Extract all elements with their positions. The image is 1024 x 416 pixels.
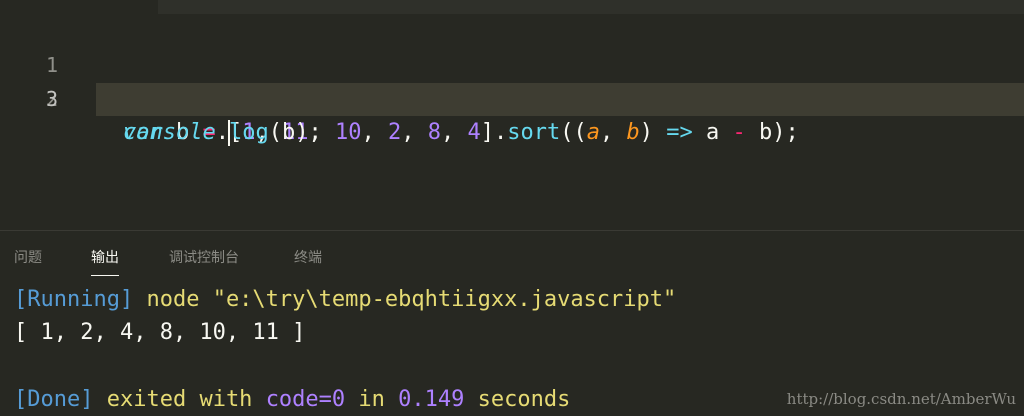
code-editor[interactable]: 1 var a = [1, 11, 10, 2, 8, 4]; 2 var b … bbox=[0, 0, 1024, 230]
running-tag: [Running] bbox=[14, 287, 134, 312]
identifier-console: console bbox=[123, 120, 216, 145]
number-literal: 8 bbox=[427, 120, 441, 145]
seconds-label: seconds bbox=[477, 387, 571, 412]
panel-tabs: 问题 输出 调试控制台 终端 bbox=[0, 245, 1024, 276]
output-line-result: [ 1, 2, 4, 8, 10, 11 ] bbox=[14, 320, 306, 345]
run-command: node "e:\try\temp-ebqhtiigxx.javascript" bbox=[146, 287, 677, 312]
call-args: (b); bbox=[268, 120, 322, 145]
paren-close: ) bbox=[639, 120, 653, 145]
param-b: b bbox=[626, 120, 640, 145]
done-in: in bbox=[358, 387, 385, 412]
method-log: log bbox=[228, 120, 269, 145]
code-line-1[interactable]: 1 var a = [1, 11, 10, 2, 8, 4]; bbox=[0, 16, 1024, 111]
tab-output[interactable]: 输出 bbox=[91, 245, 119, 276]
bracket-close-dot: ]. bbox=[480, 120, 508, 145]
exit-code: code=0 bbox=[265, 387, 346, 412]
code-line-3-current[interactable]: console.log(b); bbox=[96, 83, 1024, 146]
paren-open: (( bbox=[560, 120, 587, 145]
number-literal: 10 bbox=[335, 120, 362, 145]
elapsed-time: 0.149 bbox=[398, 387, 465, 412]
tab-problems[interactable]: 问题 bbox=[14, 245, 42, 275]
method-sort: sort bbox=[507, 120, 561, 145]
code-line-3-content[interactable]: console.log(b); bbox=[123, 116, 322, 149]
watermark: http://blog.csdn.net/AmberWu bbox=[786, 390, 1016, 408]
dot: . bbox=[215, 120, 229, 145]
param-a: a bbox=[586, 120, 600, 145]
done-tag: [Done] bbox=[14, 387, 94, 412]
arrow-operator: => bbox=[666, 120, 693, 145]
output-line-done: [Done] exited with code=0 in 0.149 secon… bbox=[14, 383, 570, 416]
operator-minus: - bbox=[732, 120, 746, 145]
number-literal: 2 bbox=[388, 120, 402, 145]
tab-terminal[interactable]: 终端 bbox=[294, 245, 322, 275]
code-line-2[interactable]: 2 var b = [1, 11, 10, 2, 8, 4].sort((a, … bbox=[0, 50, 1024, 145]
identifier-a: a bbox=[705, 120, 720, 145]
done-text: exited with bbox=[106, 387, 253, 412]
editor-top-strip bbox=[158, 0, 1024, 14]
tab-debug-console[interactable]: 调试控制台 bbox=[169, 245, 239, 275]
output-line-running: [Running] node "e:\try\temp-ebqhtiigxx.j… bbox=[14, 283, 676, 316]
bottom-panel: 问题 输出 调试控制台 终端 [Running] node "e:\try\te… bbox=[0, 231, 1024, 416]
number-literal: 4 bbox=[467, 120, 481, 145]
identifier-b: b bbox=[758, 120, 773, 145]
paren-end: ); bbox=[772, 120, 799, 145]
line-number-3: 3 bbox=[45, 87, 58, 111]
